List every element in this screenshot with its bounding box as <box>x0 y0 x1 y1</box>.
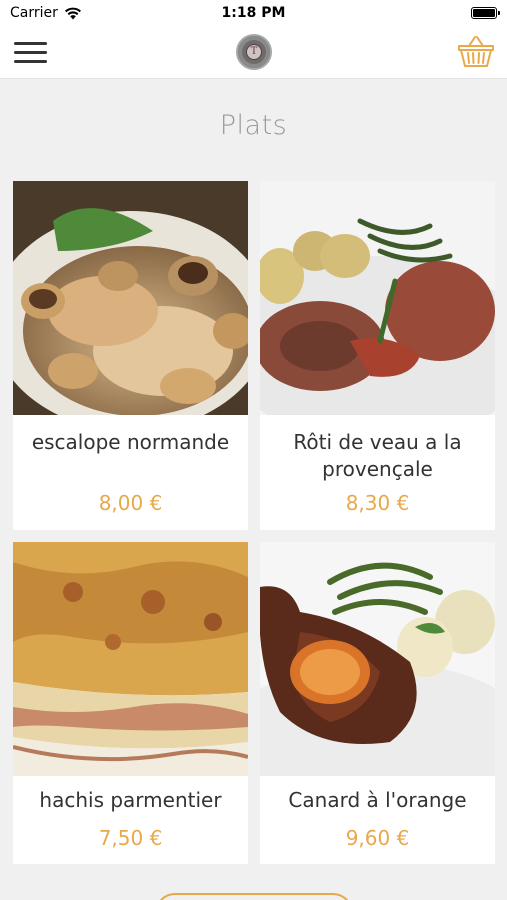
restaurant-logo[interactable]: T <box>236 34 272 70</box>
product-card-canard[interactable]: Canard à l'orange 9,60 € <box>260 542 495 864</box>
product-image-roti <box>260 181 495 415</box>
status-time: 1:18 PM <box>221 5 286 21</box>
product-name: Canard à l'orange <box>288 788 467 812</box>
page-title: Plats <box>219 110 288 141</box>
status-bar: Carrier 1:18 PM <box>0 0 507 26</box>
logo-letter: T <box>246 44 262 60</box>
nav-bar: T <box>0 26 507 79</box>
product-price: 8,30 € <box>345 491 410 515</box>
product-image-hachis <box>13 542 248 776</box>
basket-svg <box>458 36 494 67</box>
product-card-hachis[interactable]: hachis parmentier 7,50 € <box>13 542 248 864</box>
product-card-roti[interactable]: Rôti de veau a la provençale 8,30 € <box>260 181 495 530</box>
basket-icon[interactable] <box>457 35 495 69</box>
menu-line <box>14 51 47 54</box>
product-price: 7,50 € <box>98 826 163 850</box>
product-name: hachis parmentier <box>39 788 222 812</box>
menu-line <box>14 42 47 45</box>
menu-line <box>14 60 47 63</box>
product-name: escalope normande <box>31 430 230 454</box>
product-image-escalope <box>13 181 248 415</box>
hamburger-menu-icon[interactable] <box>14 40 48 66</box>
battery-icon <box>471 7 500 19</box>
product-price: 8,00 € <box>98 491 163 515</box>
product-price: 9,60 € <box>345 826 410 850</box>
product-image-canard <box>260 542 495 776</box>
bottom-action-button[interactable] <box>155 893 353 900</box>
product-name: Rôti de veau a la provençale <box>293 430 462 481</box>
product-card-escalope[interactable]: escalope normande 8,00 € <box>13 181 248 530</box>
